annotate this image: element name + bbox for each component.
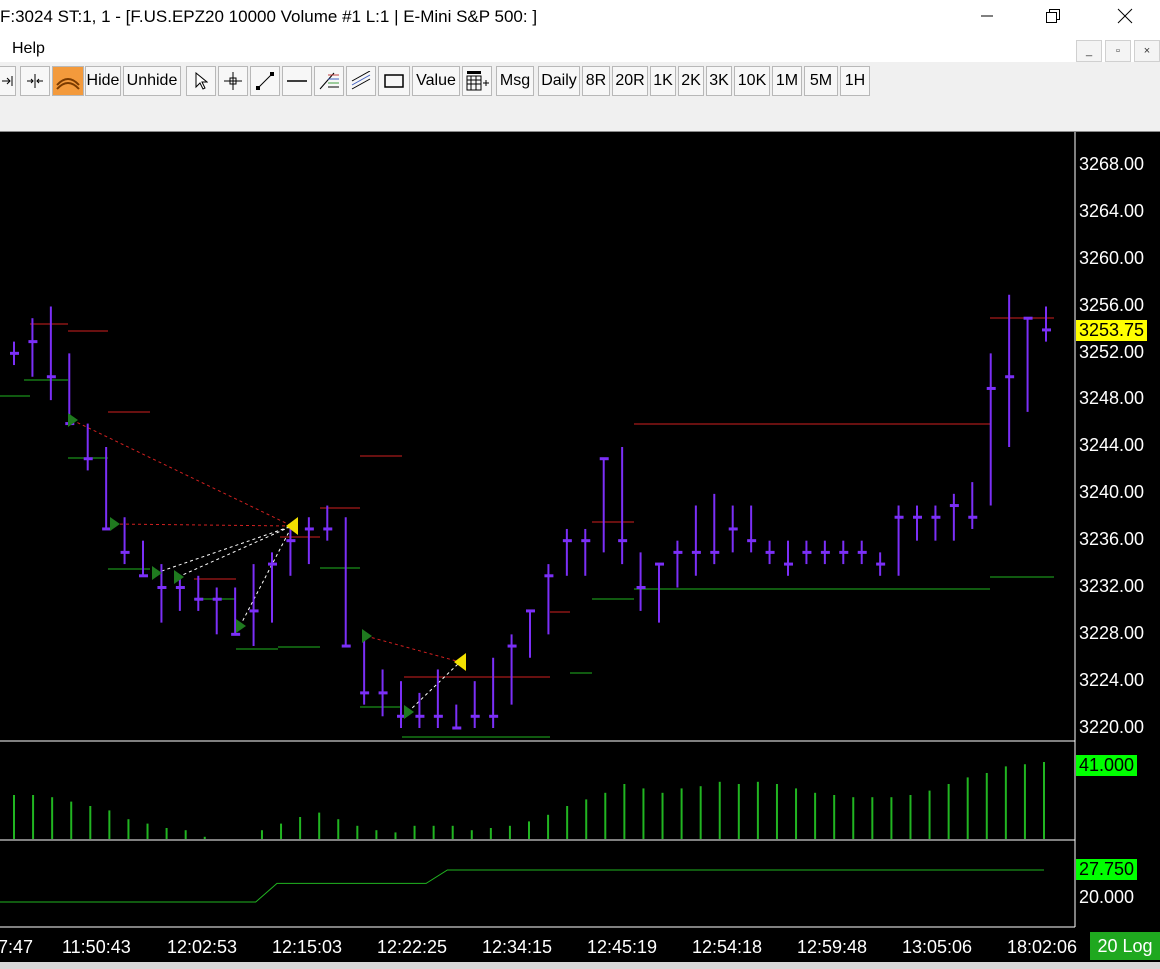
trade-line	[113, 523, 293, 527]
time-tick: 12:59:48	[797, 937, 868, 957]
compress-bars-icon[interactable]	[20, 66, 50, 96]
price-tick: 3260.00	[1079, 248, 1145, 268]
price-tick: 3220.00	[1079, 717, 1145, 737]
price-tick: 3252.00	[1079, 342, 1145, 362]
price-tick: 3224.00	[1079, 670, 1145, 690]
restore-icon[interactable]	[1030, 0, 1076, 32]
bar-10k-button[interactable]: 10K	[734, 66, 770, 96]
trade-connector-lines	[71, 419, 461, 713]
price-tick: 3236.00	[1079, 529, 1145, 549]
bar-1k-button[interactable]: 1K	[650, 66, 676, 96]
bar-chart-add-icon[interactable]	[462, 66, 492, 96]
minimize-icon[interactable]	[964, 0, 1010, 32]
fib-tool-icon[interactable]	[314, 66, 344, 96]
trade-signals	[68, 413, 466, 719]
long-signal-icon[interactable]	[110, 517, 120, 531]
price-tick: 3244.00	[1079, 435, 1145, 455]
time-tick: 12:15:03	[272, 937, 343, 957]
study-line	[0, 869, 1044, 903]
study-tick: 20.000	[1079, 887, 1135, 907]
long-signal-icon[interactable]	[362, 629, 372, 643]
time-tick: 13:05:06	[902, 937, 973, 957]
time-tick: 11:50:43	[62, 937, 131, 957]
last-price-tag: 3253.75	[1076, 320, 1148, 341]
unhide-button[interactable]: Unhide	[123, 66, 181, 96]
ohlc-bars	[10, 294, 1051, 730]
time-tick: 18:02:06	[1007, 937, 1078, 957]
bar-1h-button[interactable]: 1H	[840, 66, 870, 96]
crosshair-icon[interactable]	[218, 66, 248, 96]
chart-area[interactable]: 3268.00 3264.00 3260.00 3256.00 3252.00 …	[0, 132, 1160, 969]
bar-1m-button[interactable]: 1M	[772, 66, 802, 96]
bar-8r-button[interactable]: 8R	[582, 66, 610, 96]
time-tick: 12:34:15	[482, 937, 553, 957]
horizontal-line-icon[interactable]	[282, 66, 312, 96]
daily-button[interactable]: Daily	[538, 66, 580, 96]
toolbar: Hide Unhide Value Msg Daily 8R 20R 1K 2K…	[0, 62, 1160, 102]
arc-draw-icon[interactable]	[52, 66, 84, 96]
time-tick: 12:45:19	[587, 937, 658, 957]
menu-help[interactable]: Help	[12, 40, 45, 58]
trade-line	[177, 525, 293, 578]
time-tick: 7:47	[0, 937, 34, 957]
rectangle-tool-icon[interactable]	[378, 66, 410, 96]
time-tick: 12:22:25	[377, 937, 448, 957]
volume-bars	[13, 762, 1045, 839]
hide-button[interactable]: Hide	[85, 66, 121, 96]
short-signal-icon[interactable]	[286, 517, 298, 535]
bar-2k-button[interactable]: 2K	[678, 66, 704, 96]
time-tick: 12:54:18	[692, 937, 763, 957]
time-tick: 12:02:53	[167, 937, 238, 957]
mdi-close-icon[interactable]: ×	[1134, 40, 1160, 62]
window-title: F:3024 ST:1, 1 - [F.US.EPZ20 10000 Volum…	[0, 7, 538, 26]
short-signal-icon[interactable]	[454, 653, 466, 671]
scroll-end-icon[interactable]	[0, 66, 16, 96]
price-tick: 3256.00	[1079, 295, 1145, 315]
channel-tool-icon[interactable]	[346, 66, 376, 96]
study-value-tag: 27.750	[1076, 859, 1138, 880]
trade-line	[365, 635, 461, 663]
price-tick: 3232.00	[1079, 576, 1145, 596]
value-button[interactable]: Value	[412, 66, 460, 96]
chart-canvas[interactable]	[0, 132, 1160, 969]
bar-20r-button[interactable]: 20R	[612, 66, 648, 96]
mdi-restore-icon[interactable]: ▫	[1105, 40, 1131, 62]
bar-3k-button[interactable]: 3K	[706, 66, 732, 96]
price-tick: 3240.00	[1079, 482, 1145, 502]
title-bar: F:3024 ST:1, 1 - [F.US.EPZ20 10000 Volum…	[0, 0, 1160, 34]
price-tick: 3264.00	[1079, 201, 1145, 221]
pointer-icon[interactable]	[186, 66, 216, 96]
bar-5m-button[interactable]: 5M	[804, 66, 838, 96]
price-tick: 3268.00	[1079, 154, 1145, 174]
msg-button[interactable]: Msg	[496, 66, 534, 96]
chart-header-bar	[0, 102, 1160, 132]
price-tick: 3248.00	[1079, 388, 1145, 408]
trade-line	[71, 419, 293, 527]
log-scale-button[interactable]: 20 Log	[1090, 932, 1160, 960]
trade-line	[407, 661, 461, 713]
long-signal-icon[interactable]	[236, 619, 246, 633]
volume-value-tag: 41.000	[1076, 755, 1138, 776]
line-tool-icon[interactable]	[250, 66, 280, 96]
menu-bar: Help	[0, 34, 1160, 62]
price-tick: 3228.00	[1079, 623, 1145, 643]
close-icon[interactable]	[1102, 0, 1148, 32]
level-lines	[0, 317, 1054, 738]
mdi-minimize-icon[interactable]: _	[1076, 40, 1102, 62]
horizontal-scrollbar[interactable]	[0, 962, 1160, 969]
